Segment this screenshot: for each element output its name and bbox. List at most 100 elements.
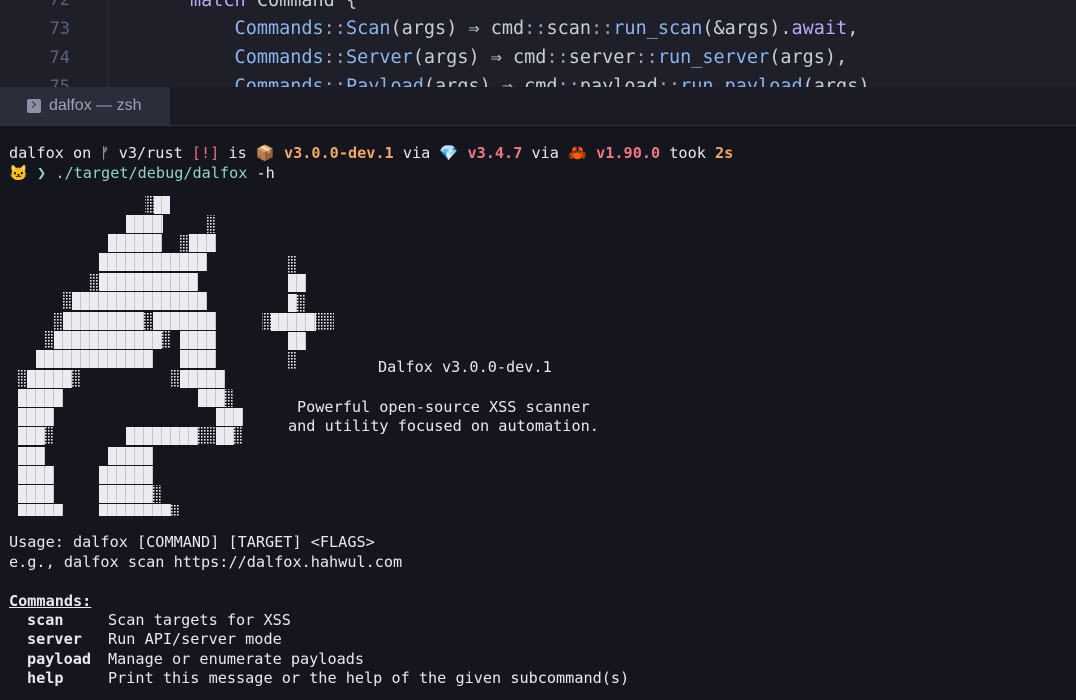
- code-editor-pane[interactable]: 72 73 74 75 match Command { Commands::Sc…: [0, 0, 1076, 87]
- ascii-art-block: [18, 466, 54, 484]
- code-token: Command {: [245, 0, 358, 11]
- ascii-art-block: [36, 350, 153, 368]
- code-line[interactable]: match Command {: [190, 0, 357, 15]
- ascii-art-block: [288, 274, 306, 292]
- line-number: 72: [49, 0, 70, 10]
- ascii-art-block: [108, 447, 153, 465]
- ascii-art-block: [198, 389, 225, 407]
- command-name: server: [27, 630, 82, 648]
- ascii-art-block: [45, 427, 54, 445]
- ascii-art-block: [72, 370, 81, 388]
- code-token: Scan: [345, 18, 391, 39]
- code-token: ::: [524, 18, 547, 39]
- ascii-art-block: [18, 389, 63, 407]
- command-args: -h: [247, 164, 275, 182]
- code-line[interactable]: Commands::Server(args) ⇒ cmd::server::ru…: [190, 43, 848, 72]
- code-token: (args),: [802, 76, 881, 87]
- terminal-tab-bar: dalfox — zsh: [0, 87, 1076, 126]
- ascii-art-block: [162, 331, 171, 349]
- command-duration: 2s: [715, 144, 734, 162]
- ascii-art-block: [18, 427, 45, 445]
- ascii-art-block: [18, 408, 54, 426]
- ascii-art-block: [154, 196, 170, 214]
- code-line[interactable]: Commands::Payload(args) ⇒ cmd::payload::…: [190, 72, 881, 87]
- ascii-art-block: [145, 196, 154, 214]
- git-status: [!]: [191, 144, 220, 162]
- code-token: ::: [323, 76, 346, 87]
- package-version: v3.0.0-dev.1: [274, 144, 394, 162]
- ascii-art-block: [63, 312, 144, 330]
- code-token: cmd: [501, 47, 547, 68]
- ascii-art-block: [180, 370, 225, 388]
- code-token: Payload: [345, 76, 424, 87]
- ascii-art-block: [126, 215, 163, 233]
- ascii-art-block: [288, 332, 306, 350]
- prompt-via: via: [522, 144, 569, 162]
- code-token: ::: [557, 76, 580, 87]
- rust-crab-icon: 🦀: [568, 144, 587, 162]
- prompt-via: via: [393, 144, 440, 162]
- command-row: help Print this message or the help of th…: [27, 668, 629, 688]
- code-token: run_scan: [613, 18, 703, 39]
- code-token: run_server: [657, 47, 770, 68]
- ruby-version: v3.4.7: [458, 144, 523, 162]
- ascii-art-block: [45, 331, 54, 349]
- code-token: ::: [323, 47, 346, 68]
- ascii-art-block: [18, 447, 45, 465]
- ascii-art-block: [171, 504, 180, 516]
- code-token: (&args).: [702, 18, 792, 39]
- ascii-art-block: [180, 331, 216, 349]
- code-token: (args): [423, 76, 502, 87]
- code-line[interactable]: Commands::Scan(args) ⇒ cmd::scan::run_sc…: [190, 14, 859, 43]
- command-path: ./target/debug/dalfox: [55, 164, 248, 182]
- line-number: 73: [49, 19, 70, 39]
- command-description: Manage or enumerate payloads: [108, 650, 365, 668]
- line-number: 74: [49, 48, 70, 68]
- code-token: ::: [657, 76, 681, 87]
- ascii-art-block: [63, 292, 72, 310]
- code-token: cmd: [513, 76, 558, 87]
- ascii-art-block: [54, 331, 162, 349]
- command-description: Run API/server mode: [108, 630, 282, 648]
- ascii-art-block: [99, 273, 198, 291]
- command-row: scan Scan targets for XSS: [27, 610, 291, 630]
- command-row: payload Manage or enumerate payloads: [27, 649, 364, 669]
- ascii-art-block: [271, 313, 316, 331]
- prompt-line: dalfox on ᚠ v3/rust [!] is 📦 v3.0.0-dev.…: [9, 143, 733, 163]
- code-token: ⇒: [501, 76, 514, 87]
- line-number: 75: [49, 77, 70, 87]
- ascii-art-block: [225, 389, 234, 407]
- code-token: ::: [323, 18, 346, 39]
- ascii-art-block: [288, 351, 297, 369]
- code-token: ⇒: [468, 18, 480, 39]
- prompt-on: on: [63, 144, 101, 162]
- ascii-art-block: [180, 234, 189, 252]
- code-token: (args),: [769, 47, 848, 68]
- prompt-dir: dalfox: [9, 144, 64, 162]
- ascii-art-block: [99, 253, 207, 271]
- code-token: ::: [591, 18, 614, 39]
- ascii-art-block: [18, 370, 27, 388]
- ascii-art-block: [153, 485, 162, 503]
- ascii-art-block: [262, 313, 271, 331]
- tab-label: dalfox — zsh: [49, 97, 142, 114]
- code-token: Server: [345, 47, 413, 68]
- code-token: ,: [847, 18, 859, 39]
- ascii-art-block: [297, 294, 306, 312]
- code-token: Commands: [190, 76, 324, 87]
- command-description: Scan targets for XSS: [108, 611, 291, 629]
- command-description: Print this message or the help of the gi…: [108, 669, 630, 687]
- banner-title: Dalfox v3.0.0-dev.1: [378, 358, 552, 376]
- ascii-art-block: [126, 427, 198, 445]
- ascii-art-block: [171, 370, 180, 388]
- tab-dalfox-zsh[interactable]: dalfox — zsh: [0, 87, 170, 125]
- code-token: ⇒: [490, 47, 502, 68]
- command-name: help: [27, 669, 64, 687]
- prompt-symbol: 🐱 ❯: [9, 164, 56, 182]
- dalfox-ascii-logo: [18, 196, 334, 516]
- commands-heading: Commands:: [9, 592, 92, 610]
- ascii-art-block: [216, 408, 243, 426]
- ascii-art-block: [27, 370, 72, 388]
- ruby-gem-icon: 💎: [439, 144, 459, 162]
- ascii-art-block: [198, 427, 216, 445]
